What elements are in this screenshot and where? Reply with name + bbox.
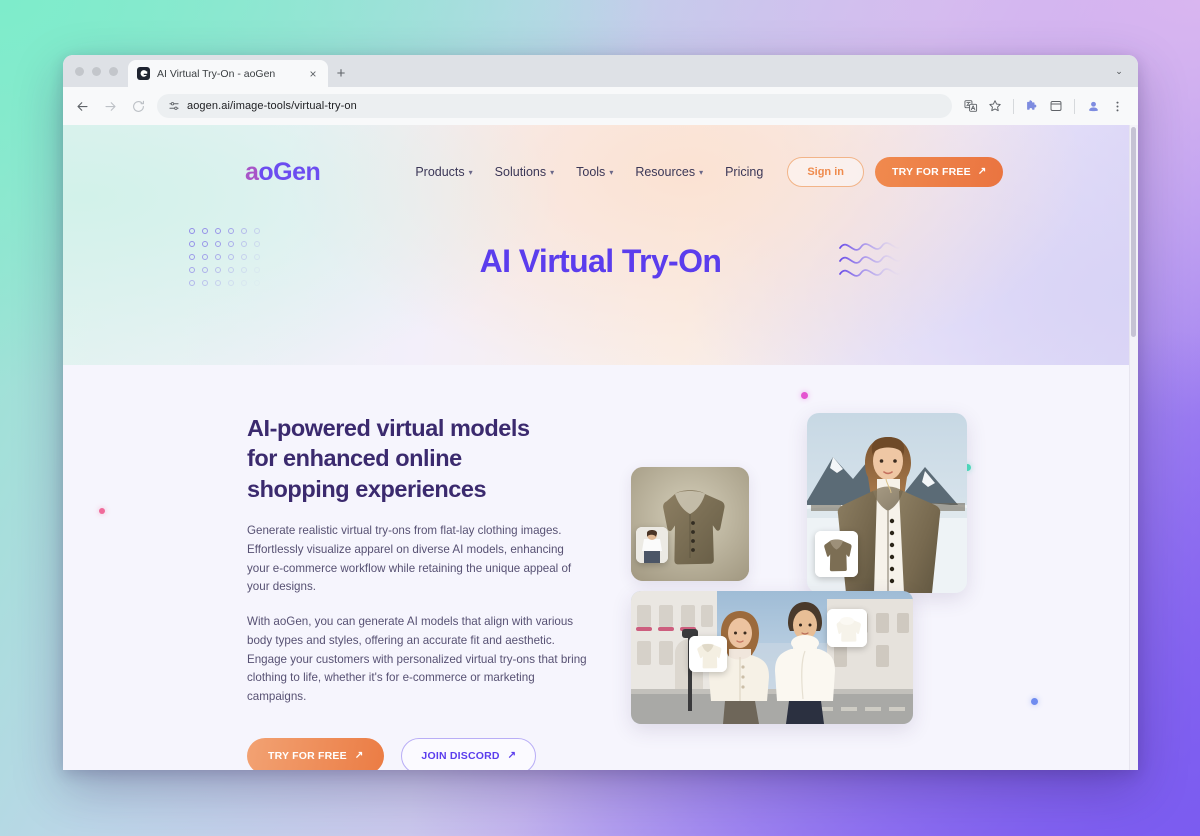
nav-label: Solutions — [494, 165, 547, 179]
heading-line-1: AI-powered virtual models — [247, 415, 530, 441]
primary-nav: Products ▾ Solutions ▾ Tools ▾ Resources… — [415, 165, 763, 179]
nav-item-resources[interactable]: Resources ▾ — [635, 165, 703, 179]
try-for-free-label: TRY FOR FREE — [268, 749, 347, 762]
section-heading: AI-powered virtual models for enhanced o… — [247, 413, 587, 504]
street-woman-garment-thumbnail[interactable] — [689, 636, 727, 672]
address-bar[interactable]: aogen.ai/image-tools/virtual-try-on — [157, 94, 952, 118]
close-window-button[interactable] — [75, 66, 84, 76]
nav-actions: Sign in TRY FOR FREE ↗ — [787, 157, 1004, 187]
translate-icon[interactable] — [960, 95, 982, 117]
two-column-layout: AI-powered virtual models for enhanced o… — [63, 365, 1138, 770]
reload-button[interactable] — [125, 93, 151, 119]
close-tab-icon[interactable]: × — [306, 68, 320, 80]
body-paragraph-2: With aoGen, you can generate AI models t… — [247, 615, 587, 704]
aogen-favicon — [137, 67, 150, 80]
cta-group: TRY FOR FREE ↗ JOIN DISCORD ↗ — [247, 737, 587, 770]
body-paragraph-1: Generate realistic virtual try-ons from … — [247, 523, 572, 594]
nav-try-for-free-button[interactable]: TRY FOR FREE ↗ — [874, 157, 1004, 187]
tab-strip-spacer — [354, 55, 1106, 87]
split-screen-icon[interactable] — [1045, 95, 1067, 117]
site-settings-icon[interactable] — [167, 100, 180, 113]
star-icon[interactable] — [984, 95, 1006, 117]
nav-item-pricing[interactable]: Pricing — [725, 165, 763, 179]
main-content: AI-powered virtual models for enhanced o… — [63, 365, 1138, 770]
three-dot-menu-icon[interactable] — [1106, 95, 1128, 117]
window-traffic-lights[interactable] — [73, 55, 128, 87]
tab-strip: AI Virtual Try-On - aoGen × + ⌄ — [63, 55, 1138, 87]
back-button[interactable] — [69, 93, 95, 119]
nav-label: Products — [415, 165, 465, 179]
flat-lay-image[interactable] — [631, 467, 749, 581]
browser-window: AI Virtual Try-On - aoGen × + ⌄ aogen.ai… — [63, 55, 1138, 770]
minimize-window-button[interactable] — [92, 66, 101, 76]
street-tryon-image[interactable] — [631, 591, 913, 724]
media-column — [631, 413, 991, 770]
accent-dot-pink — [801, 392, 808, 399]
nav-label: Tools — [576, 165, 606, 179]
nav-label: Resources — [635, 165, 696, 179]
chevron-down-icon: ▾ — [699, 168, 704, 177]
page-viewport: a oGen Products ▾ Solutions ▾ Tools ▾ Re… — [63, 125, 1138, 770]
heading-line-3: shopping experiences — [247, 475, 487, 502]
flat-lay-model-thumbnail[interactable] — [636, 527, 668, 563]
try-for-free-button[interactable]: TRY FOR FREE ↗ — [247, 737, 385, 770]
text-column: AI-powered virtual models for enhanced o… — [247, 413, 587, 770]
nav-label: Pricing — [725, 165, 764, 179]
chevron-down-icon: ▾ — [550, 168, 555, 177]
arrow-up-right-icon: ↗ — [977, 166, 987, 177]
site-navbar: a oGen Products ▾ Solutions ▾ Tools ▾ Re… — [63, 125, 1138, 197]
toolbar-divider — [1013, 98, 1014, 114]
logo-text: oGen — [258, 157, 321, 186]
nav-item-products[interactable]: Products ▾ — [415, 165, 472, 179]
hero-section: a oGen Products ▾ Solutions ▾ Tools ▾ Re… — [63, 125, 1138, 365]
maximize-window-button[interactable] — [109, 66, 118, 76]
accent-dot-blue — [1031, 698, 1038, 705]
nav-item-solutions[interactable]: Solutions ▾ — [495, 165, 554, 179]
model-tryon-image[interactable] — [807, 413, 967, 593]
join-discord-button[interactable]: JOIN DISCORD ↗ — [401, 737, 537, 770]
join-discord-label: JOIN DISCORD — [421, 749, 500, 762]
tab-title: AI Virtual Try-On - aoGen — [157, 67, 276, 80]
logo-mark: a — [245, 157, 259, 186]
forward-button[interactable] — [97, 93, 123, 119]
wave-decoration — [838, 237, 904, 290]
address-bar-url: aogen.ai/image-tools/virtual-try-on — [187, 100, 357, 112]
model-garment-thumbnail[interactable] — [815, 531, 858, 577]
profile-avatar-icon[interactable] — [1082, 95, 1104, 117]
new-tab-button[interactable]: + — [328, 60, 354, 87]
chevron-down-icon[interactable]: ⌄ — [1106, 55, 1132, 87]
browser-tab[interactable]: AI Virtual Try-On - aoGen × — [128, 60, 328, 87]
nav-item-tools[interactable]: Tools ▾ — [576, 165, 613, 179]
puzzle-icon[interactable] — [1021, 95, 1043, 117]
chevron-down-icon: ▾ — [609, 168, 614, 177]
dot-grid-decoration — [189, 228, 267, 293]
heading-line-2: for enhanced online — [247, 445, 462, 472]
street-man-garment-thumbnail[interactable] — [827, 609, 867, 647]
browser-toolbar: aogen.ai/image-tools/virtual-try-on — [63, 87, 1138, 125]
page-scrollbar-thumb[interactable] — [1131, 127, 1136, 337]
accent-dot-rose — [99, 508, 105, 514]
chevron-down-icon: ▾ — [468, 168, 473, 177]
arrow-up-right-icon: ↗ — [507, 749, 517, 761]
site-logo[interactable]: a oGen — [245, 157, 321, 186]
arrow-up-right-icon: ↗ — [354, 749, 364, 761]
toolbar-divider-2 — [1074, 98, 1075, 114]
nav-try-label: TRY FOR FREE — [891, 166, 971, 178]
page-scrollbar-track[interactable] — [1129, 125, 1138, 770]
sign-in-button[interactable]: Sign in — [787, 157, 864, 187]
